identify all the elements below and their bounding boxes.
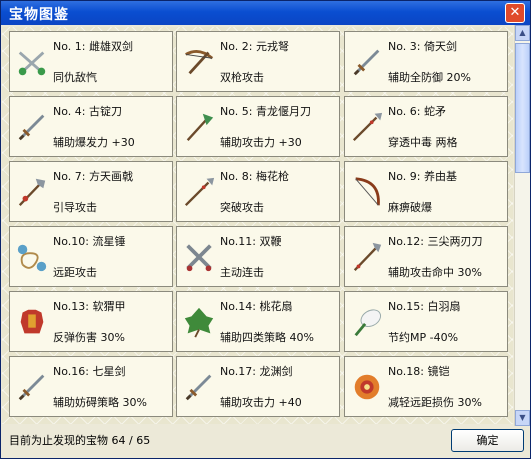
close-button[interactable]: ✕: [505, 3, 525, 23]
treasure-effect: 辅助爆发力 +30: [53, 136, 135, 149]
meteor-hammer-icon: [15, 239, 49, 275]
glaive-icon: [182, 109, 216, 145]
treasure-effect: 突破攻击: [220, 201, 264, 214]
twin-whips-icon: [182, 239, 216, 275]
treasure-effect: 主动连击: [220, 266, 264, 279]
treasure-name: No.17: 龙渊剑: [220, 365, 293, 378]
treasure-effect: 辅助妨碍策略 30%: [53, 396, 147, 409]
sword-icon: [182, 369, 216, 405]
treasure-effect: 辅助攻击命中 30%: [388, 266, 482, 279]
crossbow-icon: [182, 44, 216, 80]
treasure-card[interactable]: No. 4: 古锭刀 辅助爆发力 +30: [9, 96, 173, 157]
treasure-card[interactable]: No.11: 双鞭 主动连击: [176, 226, 340, 287]
treasure-card[interactable]: No. 7: 方天画戟 引导攻击: [9, 161, 173, 222]
treasure-name: No.13: 软猬甲: [53, 300, 126, 313]
scroll-thumb[interactable]: [515, 43, 530, 173]
treasure-card[interactable]: No. 2: 元戎弩 双枪攻击: [176, 31, 340, 92]
treasure-card[interactable]: No.15: 白羽扇 节约MP -40%: [344, 291, 508, 352]
mirror-armor-icon: [350, 369, 384, 405]
treasure-card[interactable]: No. 3: 倚天剑辅助全防御 20%: [344, 31, 508, 92]
treasure-card[interactable]: No.17: 龙渊剑 辅助攻击力 +40: [176, 356, 340, 417]
treasure-name: No.15: 白羽扇: [388, 300, 461, 313]
treasure-effect: 双枪攻击: [220, 71, 264, 84]
ok-button[interactable]: 确定: [451, 429, 524, 452]
feather-fan-icon: [350, 304, 384, 340]
sword-icon: [15, 109, 49, 145]
treasure-card[interactable]: No. 5: 青龙偃月刀 辅助攻击力 +30: [176, 96, 340, 157]
treasure-name: No.18: 镜铠: [388, 365, 450, 378]
treasure-card[interactable]: No.14: 桃花扇辅助四类策略 40%: [176, 291, 340, 352]
treasure-card[interactable]: No. 9: 养由基 麻痹破爆: [344, 161, 508, 222]
bow-icon: [350, 174, 384, 210]
treasure-effect: 穿透中毒 两格: [388, 136, 458, 149]
treasure-name: No. 6: 蛇矛: [388, 105, 446, 118]
armor-icon: [15, 304, 49, 340]
title-bar[interactable]: 宝物图鉴 ✕: [1, 1, 530, 25]
sword-icon: [350, 44, 384, 80]
sword-icon: [15, 369, 49, 405]
treasure-effect: 引导攻击: [53, 201, 97, 214]
treasure-effect: 反弹伤害 30%: [53, 331, 125, 344]
treasure-card[interactable]: No.16: 七星剑辅助妨碍策略 30%: [9, 356, 173, 417]
treasure-name: No. 7: 方天画戟: [53, 170, 133, 183]
treasure-name: No. 2: 元戎弩: [220, 40, 289, 53]
treasure-name: No. 4: 古锭刀: [53, 105, 122, 118]
treasure-effect: 远距攻击: [53, 266, 97, 279]
treasure-effect: 节约MP -40%: [388, 331, 459, 344]
treasure-effect: 同仇敌忾: [53, 71, 97, 84]
treasure-effect: 麻痹破爆: [388, 201, 432, 214]
treasure-name: No.11: 双鞭: [220, 235, 282, 248]
dialog-body: No. 1: 雌雄双剑 同仇敌忾 No. 2: 元戎弩 双枪攻击 No. 3: 倚天剑辅…: [1, 25, 530, 458]
window-title: 宝物图鉴: [9, 7, 69, 23]
discovery-status: 目前为止发现的宝物 64 / 65: [9, 434, 151, 447]
treasure-name: No. 1: 雌雄双剑: [53, 40, 133, 53]
halberd-icon: [15, 174, 49, 210]
treasure-grid: No. 1: 雌雄双剑 同仇敌忾 No. 2: 元戎弩 双枪攻击 No. 3: 倚天剑辅…: [2, 27, 513, 424]
treasure-card[interactable]: No.18: 镜铠减轻远距损伤 30%: [344, 356, 508, 417]
treasure-effect: 辅助攻击力 +40: [220, 396, 302, 409]
trident-blade-icon: [350, 239, 384, 275]
treasure-name: No.12: 三尖两刃刀: [388, 235, 483, 248]
treasure-card[interactable]: No. 1: 雌雄双剑 同仇敌忾: [9, 31, 173, 92]
leaf-fan-icon: [182, 304, 216, 340]
treasure-card[interactable]: No. 8: 梅花枪 突破攻击: [176, 161, 340, 222]
treasure-name: No. 5: 青龙偃月刀: [220, 105, 311, 118]
vertical-scrollbar[interactable]: ▲ ▼: [514, 25, 530, 426]
treasure-name: No.16: 七星剑: [53, 365, 126, 378]
treasure-name: No. 9: 养由基: [388, 170, 457, 183]
spear-icon: [350, 109, 384, 145]
treasure-name: No.14: 桃花扇: [220, 300, 293, 313]
treasure-name: No. 8: 梅花枪: [220, 170, 289, 183]
twin-swords-icon: [15, 44, 49, 80]
treasure-effect: 辅助四类策略 40%: [220, 331, 314, 344]
treasure-effect: 辅助全防御 20%: [388, 71, 471, 84]
spear-icon: [182, 174, 216, 210]
treasure-effect: 减轻远距损伤 30%: [388, 396, 482, 409]
treasure-dialog: 宝物图鉴 ✕ No. 1: 雌雄双剑 同仇敌忾 No. 2: 元戎弩 双枪攻击 No. …: [0, 0, 531, 459]
treasure-name: No. 3: 倚天剑: [388, 40, 457, 53]
treasure-name: No.10: 流星锤: [53, 235, 126, 248]
scroll-up-button[interactable]: ▲: [515, 25, 530, 41]
treasure-card[interactable]: No.12: 三尖两刃刀 辅助攻击命中 30%: [344, 226, 508, 287]
scroll-down-button[interactable]: ▼: [515, 410, 530, 426]
treasure-card[interactable]: No.10: 流星锤 远距攻击: [9, 226, 173, 287]
treasure-card[interactable]: No.13: 软猬甲 反弹伤害 30%: [9, 291, 173, 352]
treasure-card[interactable]: No. 6: 蛇矛 穿透中毒 两格: [344, 96, 508, 157]
treasure-effect: 辅助攻击力 +30: [220, 136, 302, 149]
